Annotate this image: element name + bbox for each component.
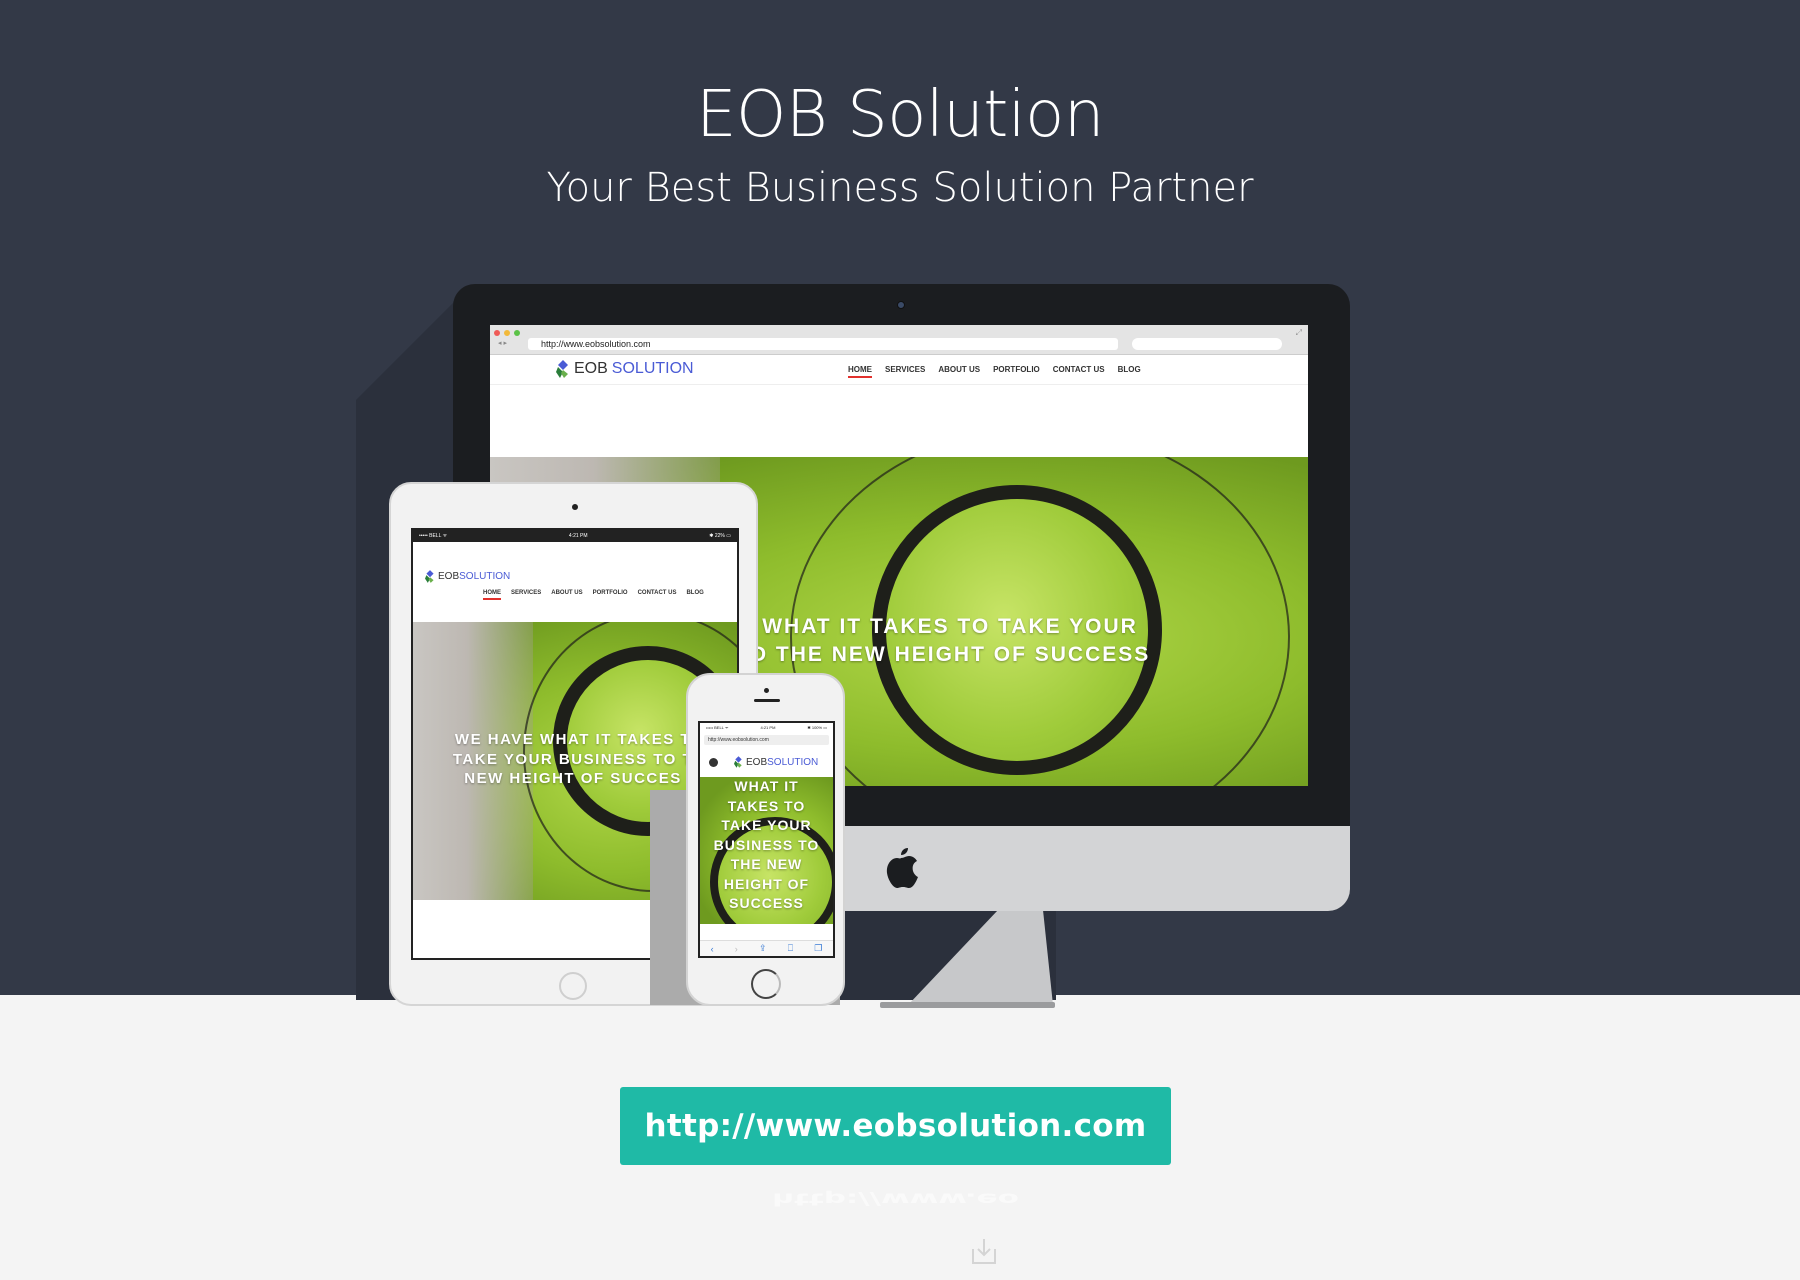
iphone-headline-line1: WHAT IT [734,778,799,794]
iphone-site-logo[interactable]: EOB SOLUTION [734,756,818,768]
iphone-time: 4:21 PM [760,725,776,730]
ipad-home-button[interactable] [559,972,587,1000]
ipad-logo-solution: SOLUTION [459,571,511,582]
eob-logo-mark-icon [425,570,434,583]
page-title: EOB Solution [696,78,1104,152]
website-url-button[interactable]: http://www.eobsolution.com [620,1087,1171,1165]
fullscreen-icon[interactable]: ⤢ [1296,328,1302,338]
iphone-safari-toolbar: ‹ › ⇪ ⎕ ❐ [700,940,833,956]
eob-logo-mark-icon [556,360,568,378]
nav-services[interactable]: SERVICES [885,365,925,374]
ipad-site-logo[interactable]: EOB SOLUTION [425,570,510,583]
ipad-battery: ✱ 22% ▭ [709,533,731,539]
desktop-headline-line2: O THE NEW HEIGHT OF SUCCESS [749,643,1151,667]
ipad-nav-portfolio[interactable]: PORTFOLIO [593,590,628,596]
iphone-address-bar[interactable]: http://www.eobsolution.com [704,735,829,745]
ipad-headline-line1: WE HAVE WHAT IT TAKES T [454,731,692,748]
back-chevron-icon[interactable]: ‹ [711,944,714,954]
iphone-hero-image: WHAT IT TAKES TO TAKE YOUR BUSINESS TO T… [700,777,833,924]
iphone-headline-line6: HEIGHT OF [723,875,810,892]
nav-contact-us[interactable]: CONTACT US [1053,365,1105,374]
iphone-logo-eob: EOB [746,756,768,768]
ipad-status-bar: ••••• BELL ᯤ 4:21 PM ✱ 22% ▭ [413,530,737,542]
ipad-site-nav: HOME SERVICES ABOUT US PORTFOLIO CONTACT… [483,590,704,600]
iphone-headline-line5: THE NEW [730,856,803,872]
nav-portfolio[interactable]: PORTFOLIO [993,365,1040,374]
desktop-headline-line1: WHAT IT TAKES TO TAKE YOUR [762,615,1138,638]
iphone-status-bar: ••••• BELL ᯤ 4:21 PM ✱ 100% ▭ [700,723,833,732]
imac-stand-foot [880,1002,1055,1008]
iphone-carrier: ••••• BELL ᯤ [706,724,729,730]
site-nav: HOME SERVICES ABOUT US PORTFOLIO CONTACT… [848,365,1141,378]
back-forward-icon[interactable]: ◂ ▸ [498,339,507,347]
address-bar[interactable]: http://www.eobsolution.com [528,338,1118,350]
page-subtitle: Your Best Business Solution Partner [546,165,1254,211]
close-dot-icon[interactable] [494,330,500,336]
ipad-camera [572,504,578,510]
iphone-site-header: EOB SOLUTION [700,749,833,777]
iphone-screen: ••••• BELL ᯤ 4:21 PM ✱ 100% ▭ http://www… [698,721,835,958]
imac-camera [897,301,905,309]
tabs-icon[interactable]: ❐ [814,943,822,954]
apple-logo-icon [886,848,918,888]
site-logo[interactable]: EOB SOLUTION [556,360,694,378]
iphone-headline-line4: BUSINESS TO [713,836,820,853]
ipad-headline: WE HAVE WHAT IT TAKES T TAKE YOUR BUSINE… [423,730,723,789]
ipad-nav-blog[interactable]: BLOG [686,590,703,596]
browser-toolbar: ◂ ▸ http://www.eobsolution.com ⤢ [490,325,1308,355]
iphone-home-button[interactable] [751,969,781,999]
nav-blog[interactable]: BLOG [1118,365,1141,374]
browser-search-input[interactable] [1132,338,1282,350]
minimize-dot-icon[interactable] [504,330,510,336]
download-icon[interactable] [971,1237,997,1265]
iphone-headline-line2: TAKES TO [727,797,806,814]
iphone-headline: WHAT IT TAKES TO TAKE YOUR BUSINESS TO T… [700,777,833,914]
ipad-headline-line3: NEW HEIGHT OF SUCCES [464,770,682,787]
logo-eob-text: EOB [574,360,608,377]
ipad-carrier: ••••• BELL ᯤ [419,533,448,539]
nav-home[interactable]: HOME [848,365,872,378]
iphone-headline-line7: SUCCESS [729,895,804,911]
maximize-dot-icon[interactable] [514,330,520,336]
menu-toggle-icon[interactable] [709,758,718,767]
bookmarks-icon[interactable]: ⎕ [788,943,793,954]
logo-solution-text: SOLUTION [611,360,694,377]
desktop-headline: WHAT IT TAKES TO TAKE YOUR O THE NEW HEI… [710,613,1190,670]
ipad-headline-line2: TAKE YOUR BUSINESS TO T [452,750,694,768]
eob-logo-mark-icon [734,756,742,768]
iphone-speaker [754,699,780,702]
nav-about-us[interactable]: ABOUT US [938,365,980,374]
iphone-battery: ✱ 100% ▭ [807,725,827,730]
ipad-logo-eob: EOB [438,571,460,582]
iphone-mockup: ••••• BELL ᯤ 4:21 PM ✱ 100% ▭ http://www… [686,673,845,1006]
ipad-nav-services[interactable]: SERVICES [511,590,541,596]
share-icon[interactable]: ⇪ [759,943,767,954]
site-header: EOB SOLUTION HOME SERVICES ABOUT US PORT… [490,355,1308,385]
ipad-nav-about-us[interactable]: ABOUT US [551,590,582,596]
ipad-time: 4:21 PM [568,533,588,539]
iphone-logo-solution: SOLUTION [767,756,819,768]
forward-chevron-icon[interactable]: › [735,944,738,954]
cta-reflection: http://www.eo [772,1190,1019,1208]
iphone-headline-line3: TAKE YOUR [721,817,812,833]
ipad-nav-home[interactable]: HOME [483,590,501,600]
ipad-nav-contact-us[interactable]: CONTACT US [638,590,677,596]
iphone-camera [764,688,769,693]
